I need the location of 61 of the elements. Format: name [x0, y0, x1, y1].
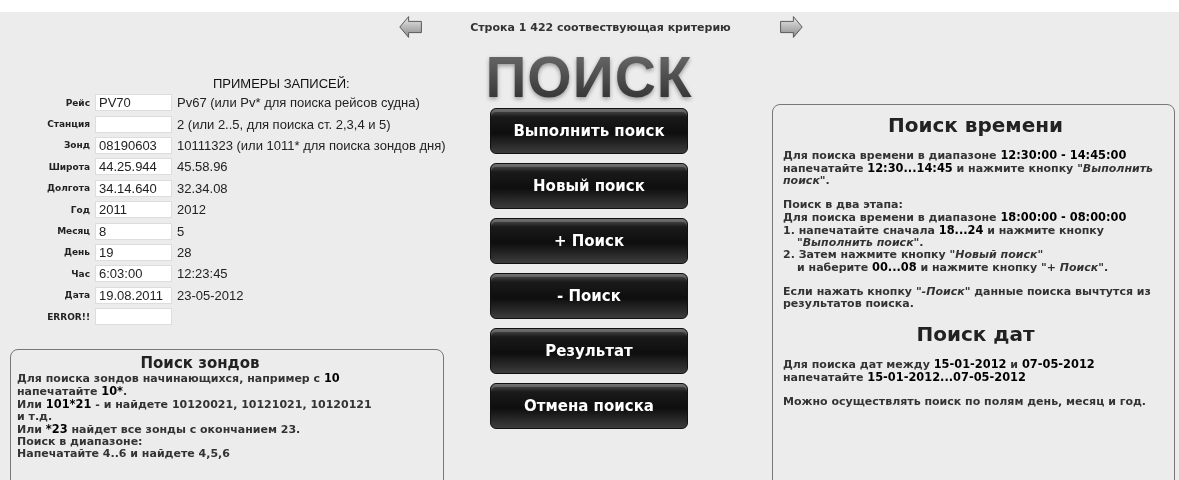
help-text: Для поиска времени в диапазоне 12:30:00 - 14:45:00 напечатайте 12:30...14:45 и нажмите кнопку "Выполнить поиск".	[783, 149, 1155, 187]
help-text: 1. напечатайте сначала 18...24 и нажмите кнопку	[783, 224, 1105, 237]
help-text: Если нажать кнопку "-Поиск" данные поиска вычтутся из результатов поиска.	[783, 286, 1152, 310]
example-text: 23-05-2012	[177, 287, 244, 303]
example-text: Pv67 (или Pv* для поиска рейсов судна)	[177, 95, 420, 111]
input-field[interactable]: PV70	[95, 94, 172, 112]
action-button[interactable]: Выполнить поиск	[490, 108, 688, 154]
field-label: Час	[70, 268, 91, 279]
help-text: Можно осуществлять поиск по полям день, месяц и год.	[783, 396, 1148, 408]
panel-title: Поиск времени	[886, 113, 1065, 137]
help-text: Или *23 найдет все зонды с окончанием 23.	[17, 423, 302, 437]
help-text: Для поиска зондов начинающихся, например с 10 напечатайте 10*.	[17, 372, 341, 399]
action-button[interactable]: Новый поиск	[490, 163, 688, 209]
input-field[interactable]: 34.14.640	[95, 179, 172, 197]
field-label: Долгота	[46, 183, 91, 194]
examples-heading: ПРИМЕРЫ ЗАПИСЕЙ:	[213, 76, 351, 91]
help-text: напечатайте 15-01-2012...07-05-2012	[783, 371, 1027, 384]
input-field[interactable]: 6:03:00	[95, 265, 172, 283]
record-status: Строка 1 422 соотвествующая критерию	[469, 20, 732, 34]
example-text: 32.34.08	[177, 180, 228, 196]
example-text: 5	[177, 223, 185, 239]
field-label: ERROR!!	[46, 311, 91, 322]
help-text: Напечатайте 4..6 и найдете 4,5,6	[17, 448, 231, 461]
action-button[interactable]: + Поиск	[490, 218, 688, 264]
field-label: День	[62, 247, 91, 258]
help-text: 2. Затем нажмите кнопку "Новый поиск"	[783, 249, 1045, 261]
input-field[interactable]: 19.08.2011	[95, 286, 172, 304]
help-text: Или 101*21 - и найдете 10120021, 10121021, 10120121 и т.д.	[17, 398, 373, 424]
input-field[interactable]	[95, 308, 172, 326]
example-text: 45.58.96	[177, 159, 228, 175]
example-text: 12:23:45	[177, 266, 228, 282]
example-text: 2012	[177, 202, 206, 218]
help-text: Поиск в диапазоне:	[17, 436, 144, 449]
example-text: 10111323 (или 1011* для поиска зондов дня)	[177, 137, 446, 153]
input-field[interactable]: 44.25.944	[95, 158, 172, 176]
field-label: Широта	[47, 161, 91, 172]
left-arrow-icon[interactable]	[398, 13, 423, 41]
help-text: Для поиска времени в диапазоне 18:00:00 - 08:00:00	[783, 211, 1128, 224]
panel-title: Поиск дат	[915, 322, 1036, 346]
action-button[interactable]: Отмена поиска	[490, 383, 688, 429]
help-text: "Выполнить поиск".	[796, 237, 925, 249]
action-button[interactable]: Результат	[490, 328, 688, 374]
help-text: Поиск в два этапа:	[783, 199, 904, 211]
action-button[interactable]: - Поиск	[490, 273, 688, 319]
help-text: Для поиска дат между 15-01-2012 и 07-05-2012	[783, 358, 1096, 371]
input-field[interactable]: 19	[95, 243, 172, 261]
panel-title: Поиск зондов	[139, 354, 261, 373]
example-text: 28	[177, 244, 192, 260]
field-label: Год	[69, 204, 91, 215]
field-label: Станция	[46, 119, 91, 130]
example-text: 2 (или 2..5, для поиска ст. 2,3,4 и 5)	[177, 116, 391, 132]
input-field[interactable]: 2011	[95, 201, 172, 219]
input-field[interactable]: 8	[95, 222, 172, 240]
field-label: Зонд	[62, 140, 91, 151]
right-arrow-icon[interactable]	[778, 13, 803, 41]
field-label: Рейс	[64, 97, 91, 108]
input-field[interactable]	[95, 115, 172, 133]
help-text: и наберите 00...08 и нажмите кнопку "+ Поиск".	[796, 261, 1110, 274]
input-field[interactable]: 08190603	[95, 136, 172, 154]
field-label: Месяц	[56, 226, 91, 237]
field-label: Дата	[63, 290, 91, 301]
